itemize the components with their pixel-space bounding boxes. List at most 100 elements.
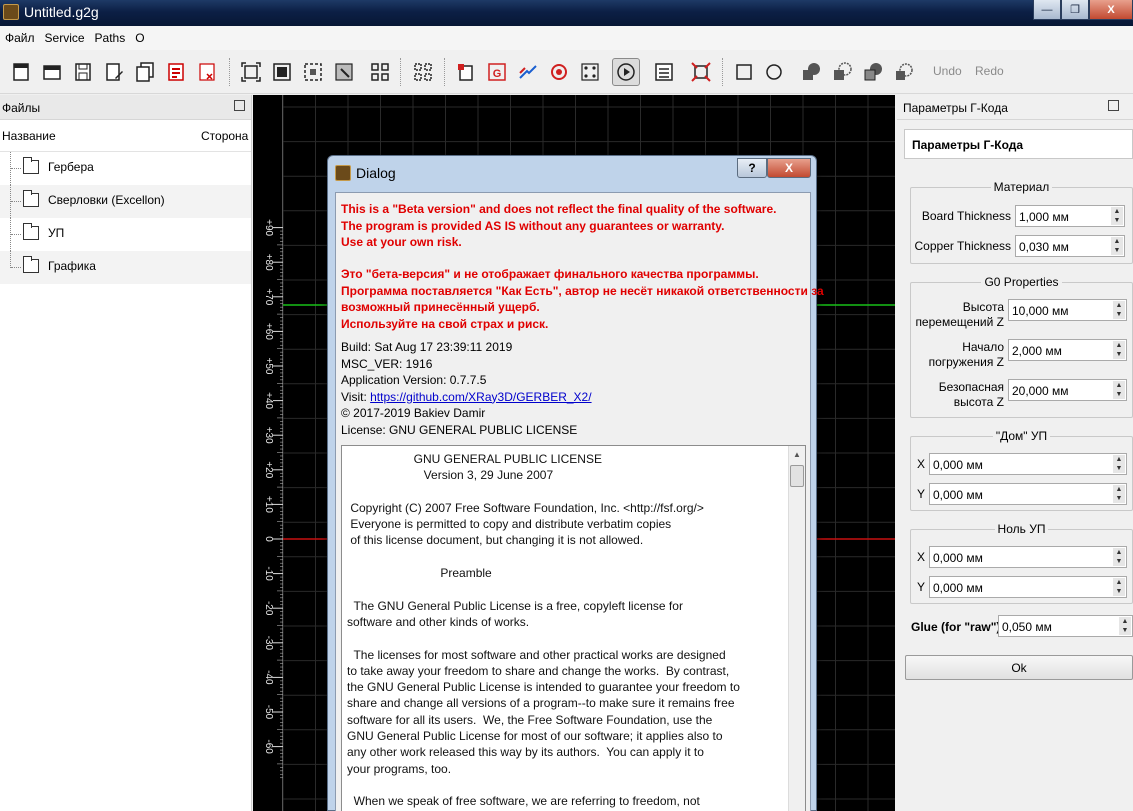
tree-item-excellon[interactable]: Сверловки (Excellon) [0,185,251,218]
toolbar: G Undo Redo [0,50,1133,94]
zoom-area-icon[interactable] [330,58,358,86]
tree-item-graphics[interactable]: Графика [0,251,251,284]
ruler-label: +60 [263,323,274,340]
license-text-box[interactable]: GNU GENERAL PUBLIC LICENSE Version 3, 29… [341,445,806,811]
close-button[interactable]: X [1089,0,1133,20]
home-y-field[interactable]: 0,000 мм ▲ ▼ [929,483,1127,505]
visit-prefix: Visit: [341,389,371,404]
glue-field[interactable]: 0,050 мм ▲ ▼ [998,615,1133,637]
plunge-start-label: Начало погружения Z [928,340,1004,369]
dots-icon[interactable] [576,58,604,86]
plunge-start-field[interactable]: 2,000 мм ▲ ▼ [1008,339,1127,361]
zero-point-icon[interactable] [687,58,715,86]
ruler-ticks: +90 +80 +70 +60 +50 +40 +30 +20 +10 0 -10 -20 -30 -40… [263,219,283,779]
board-thickness-field[interactable]: 1,000 мм ▲ ▼ [1015,205,1125,227]
maximize-button[interactable]: ❐ [1061,0,1089,20]
save-icon[interactable] [69,58,97,86]
open-folder-icon[interactable] [38,58,66,86]
copper-thickness-field[interactable]: 0,030 мм ▲ ▼ [1015,235,1125,257]
g0-properties-group: G0 Properties Высота перемещений Z 10,00… [910,275,1133,418]
app-version: Application Version: 0.7.7.5 [341,373,487,387]
help-button[interactable]: ? [737,158,767,178]
scroll-up-icon[interactable]: ▲ [789,446,805,463]
menu-paths[interactable]: Paths [93,31,134,45]
tree-item-label: Гербера [48,160,94,174]
zoom-fit-icon[interactable] [237,58,265,86]
zero-x-field[interactable]: 0,000 мм ▲ ▼ [929,546,1127,568]
play-icon[interactable] [612,58,640,86]
column-name[interactable]: Название [2,129,56,143]
home-x-field[interactable]: 0,000 мм ▲ ▼ [929,453,1127,475]
about-dialog: Dialog ? X This is a "Beta version" and … [327,155,824,811]
dialog-title: Dialog [356,165,396,181]
zero-x-label: X [917,550,926,564]
spin-arrows[interactable]: ▲ ▼ [1119,617,1131,635]
ruler-label: +30 [263,427,274,444]
zero-y-field[interactable]: 0,000 мм ▲ ▼ [929,576,1127,598]
shape-union-icon[interactable] [797,58,825,86]
circle-icon[interactable] [760,58,788,86]
material-title: Материал [990,180,1053,194]
safe-height-field[interactable]: 20,000 мм ▲ ▼ [1008,379,1127,401]
title-bar: Untitled.g2g — ❐ X [0,0,1133,26]
safe-height-label: Безопасная высота Z [938,380,1004,409]
gerber-icon[interactable]: G [483,58,511,86]
spin-arrows[interactable]: ▲ ▼ [1113,578,1125,596]
save-as-icon[interactable] [100,58,128,86]
redo-button[interactable]: Redo [975,64,1004,78]
column-side[interactable]: Сторона [201,129,248,143]
home-group: "Дом" УП X 0,000 мм ▲ ▼ Y 0,000 мм ▲ ▼ [910,429,1133,511]
undock-icon[interactable] [234,100,245,111]
export-pdf-icon[interactable] [162,58,190,86]
spin-arrows[interactable]: ▲ ▼ [1113,485,1125,503]
toolbar-separator [400,58,402,86]
copper-thickness-label: Copper Thickness [914,239,1012,253]
undock-icon[interactable] [1108,100,1119,111]
shape-arc-icon[interactable] [828,58,856,86]
menu-file[interactable]: Файл [3,31,43,45]
tree-item-gcode[interactable]: УП [0,218,251,251]
scroll-thumb[interactable] [790,465,804,487]
spin-arrows[interactable]: ▲ ▼ [1111,207,1123,225]
new-file-icon[interactable] [7,58,35,86]
zoom-selection-icon[interactable] [299,58,327,86]
minimize-button[interactable]: — [1033,0,1061,20]
close-file-icon[interactable] [193,58,221,86]
shape-subtract-icon[interactable] [859,58,887,86]
spin-arrows[interactable]: ▲ ▼ [1113,455,1125,473]
path-icon[interactable] [514,58,542,86]
save-all-icon[interactable] [131,58,159,86]
spin-arrows[interactable]: ▲ ▼ [1113,301,1125,319]
build-info: Build: Sat Aug 17 23:39:11 2019 [341,340,513,354]
travel-height-field[interactable]: 10,000 мм ▲ ▼ [1008,299,1127,321]
spin-arrows[interactable]: ▲ ▼ [1111,237,1123,255]
undo-button[interactable]: Undo [933,64,962,78]
zoom-to-icon[interactable] [268,58,296,86]
spin-arrows[interactable]: ▲ ▼ [1113,548,1125,566]
zero-group: Ноль УП X 0,000 мм ▲ ▼ Y 0,000 мм ▲ ▼ [910,522,1133,604]
files-panel: Файлы Название Сторона Гербера Сверловки… [0,95,252,811]
ok-button[interactable]: Ok [905,655,1133,680]
spin-arrows[interactable]: ▲ ▼ [1113,341,1125,359]
tree-item-gerber[interactable]: Гербера [0,152,251,185]
warning-ru-3: возможный принесённый ущерб. [341,300,540,314]
menu-o[interactable]: O [133,31,152,45]
drill-icon[interactable] [545,58,573,86]
spin-arrows[interactable]: ▲ ▼ [1113,381,1125,399]
license-scrollbar[interactable]: ▲ [788,446,805,811]
warning-ru-4: Используйте на свой страх и риск. [341,316,549,331]
menu-service[interactable]: Service [43,31,93,45]
select-grid-icon[interactable] [366,58,394,86]
github-link[interactable]: https://github.com/XRay3D/GERBER_X2/ [370,390,591,404]
gcode-panel-header: Параметры Г-Кода [897,95,1133,120]
copyright: © 2017-2019 Bakiev Damir [341,406,486,420]
gcode-properties-icon[interactable] [650,58,678,86]
select-icon[interactable] [409,58,437,86]
toolbar-separator [444,58,446,86]
warning-ru-1: Это "бета-версия" и не отображает финаль… [341,267,759,281]
ruler-label: 0 [263,536,274,542]
rectangle-icon[interactable] [730,58,758,86]
pcb-icon[interactable] [452,58,480,86]
dialog-close-button[interactable]: X [767,158,811,178]
shape-settings-icon[interactable] [890,58,918,86]
